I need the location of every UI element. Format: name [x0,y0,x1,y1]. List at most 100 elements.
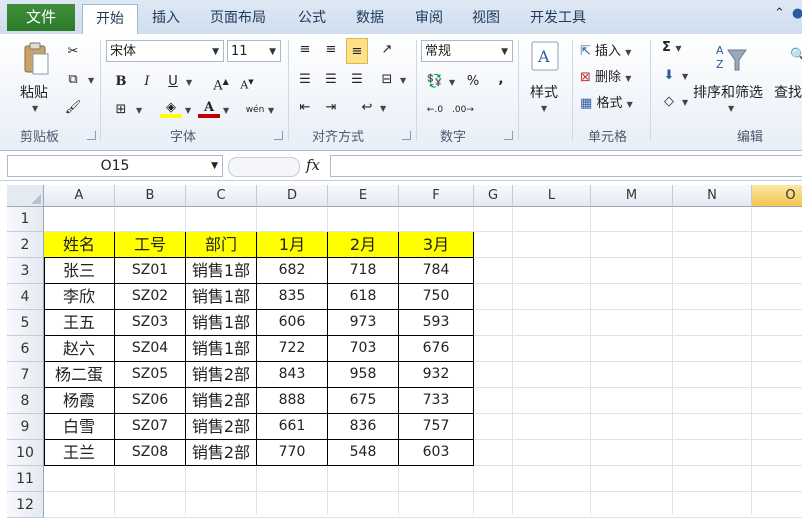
table-cell[interactable]: 733 [399,388,474,414]
table-cell[interactable]: 836 [328,414,399,440]
fill-icon[interactable]: ⬇ [658,66,680,86]
table-cell[interactable]: 李欣 [44,284,115,310]
column-header-D[interactable]: D [257,185,328,207]
grow-font-button[interactable]: A▲ [210,72,232,93]
table-cell[interactable]: 750 [399,284,474,310]
table-cell[interactable]: 784 [399,258,474,284]
table-cell[interactable]: 770 [257,440,328,466]
font-size-combo[interactable]: 11 ▼ [227,40,281,62]
align-middle-icon[interactable]: ≡ [320,40,342,60]
table-cell[interactable]: 932 [399,362,474,388]
wrap-text-icon[interactable]: ↩ [356,98,378,118]
table-cell[interactable]: 白雪 [44,414,115,440]
column-header-L[interactable]: L [513,185,591,207]
table-cell[interactable]: 661 [257,414,328,440]
percent-button[interactable]: % [462,72,484,92]
column-header-A[interactable]: A [44,185,115,207]
row-header-6[interactable]: 6 [7,336,44,362]
font-launcher-icon[interactable] [274,131,283,140]
table-cell[interactable]: 销售1部 [186,258,257,284]
phonetic-dropdown-icon[interactable]: ▼ [268,106,274,115]
align-center-icon[interactable]: ☰ [320,70,342,90]
increase-decimal-icon[interactable]: ←.0 [424,100,446,120]
autosum-button[interactable]: Σ ▼ [662,40,682,55]
format-painter-icon[interactable]: 🖌 [62,98,84,118]
tab-view[interactable]: 视图 [472,4,500,32]
tab-insert[interactable]: 插入 [152,4,180,32]
table-cell[interactable]: 杨霞 [44,388,115,414]
sort-filter-button[interactable]: 排序和筛选 [693,82,763,102]
tab-data[interactable]: 数据 [356,4,384,32]
orientation-icon[interactable]: ↗ [376,40,398,60]
table-cell[interactable]: 843 [257,362,328,388]
table-cell[interactable]: 销售1部 [186,284,257,310]
italic-button[interactable]: I [136,72,158,92]
row-header-9[interactable]: 9 [7,414,44,440]
table-cell[interactable]: 销售1部 [186,310,257,336]
row-header-1[interactable]: 1 [7,207,44,232]
table-cell[interactable]: 606 [257,310,328,336]
collapse-ribbon-icon[interactable]: ⌃ [774,6,785,21]
formula-input[interactable] [330,155,802,177]
row-header-12[interactable]: 12 [7,492,44,518]
table-cell[interactable]: 888 [257,388,328,414]
decrease-decimal-icon[interactable]: .00→ [452,100,474,120]
row-header-2[interactable]: 2 [7,232,44,258]
number-launcher-icon[interactable] [504,131,513,140]
merge-center-icon[interactable]: ⊟ [376,70,398,90]
column-header-C[interactable]: C [186,185,257,207]
table-cell[interactable]: 676 [399,336,474,362]
row-header-5[interactable]: 5 [7,310,44,336]
merge-dropdown-icon[interactable]: ▼ [400,76,406,85]
table-cell[interactable]: SZ05 [115,362,186,388]
table-cell[interactable]: 958 [328,362,399,388]
column-header-E[interactable]: E [328,185,399,207]
column-header-O[interactable]: O [752,185,802,207]
font-color-dropdown-icon[interactable]: ▼ [223,106,229,115]
row-header-11[interactable]: 11 [7,466,44,492]
tab-review[interactable]: 审阅 [415,4,443,32]
table-cell[interactable]: 张三 [44,258,115,284]
align-top-icon[interactable]: ≡ [294,40,316,60]
table-header-cell[interactable]: 工号 [115,232,186,258]
table-header-cell[interactable]: 部门 [186,232,257,258]
table-cell[interactable]: SZ08 [115,440,186,466]
insert-function-icon[interactable]: fx [306,156,320,174]
paste-dropdown-icon[interactable]: ▼ [32,104,38,113]
alignment-launcher-icon[interactable] [402,131,411,140]
tab-developer[interactable]: 开发工具 [530,4,586,32]
column-header-F[interactable]: F [399,185,474,207]
clear-icon[interactable]: ◇ [658,92,680,112]
table-header-cell[interactable]: 姓名 [44,232,115,258]
align-left-icon[interactable]: ☰ [294,70,316,90]
borders-dropdown-icon[interactable]: ▼ [136,106,142,115]
row-header-10[interactable]: 10 [7,440,44,466]
wrap-dropdown-icon[interactable]: ▼ [380,104,386,113]
help-icon[interactable]: ● [792,6,802,21]
table-cell[interactable]: 销售2部 [186,440,257,466]
table-cell[interactable]: 杨二蛋 [44,362,115,388]
name-box[interactable]: O15 ▼ [7,155,223,177]
table-cell[interactable]: 973 [328,310,399,336]
sort-filter-dropdown-icon[interactable]: ▼ [728,104,734,113]
column-header-M[interactable]: M [591,185,673,207]
table-cell[interactable]: 548 [328,440,399,466]
table-cell[interactable]: 757 [399,414,474,440]
borders-icon[interactable]: ⊞ [110,100,132,120]
table-cell[interactable]: 销售2部 [186,388,257,414]
decrease-indent-icon[interactable]: ⇤ [294,98,316,118]
underline-dropdown-icon[interactable]: ▼ [186,78,192,87]
column-header-B[interactable]: B [115,185,186,207]
fill-color-icon[interactable]: ◈ [160,98,182,118]
table-cell[interactable]: 销售1部 [186,336,257,362]
table-cell[interactable]: 682 [257,258,328,284]
table-cell[interactable]: SZ02 [115,284,186,310]
phonetic-guide-icon[interactable]: wén [244,100,266,120]
tab-file[interactable]: 文件 [7,4,75,31]
formula-bar-resize-handle[interactable] [228,157,300,177]
table-cell[interactable]: 703 [328,336,399,362]
table-cell[interactable]: 赵六 [44,336,115,362]
row-header-8[interactable]: 8 [7,388,44,414]
table-cell[interactable]: SZ03 [115,310,186,336]
table-cell[interactable]: 593 [399,310,474,336]
